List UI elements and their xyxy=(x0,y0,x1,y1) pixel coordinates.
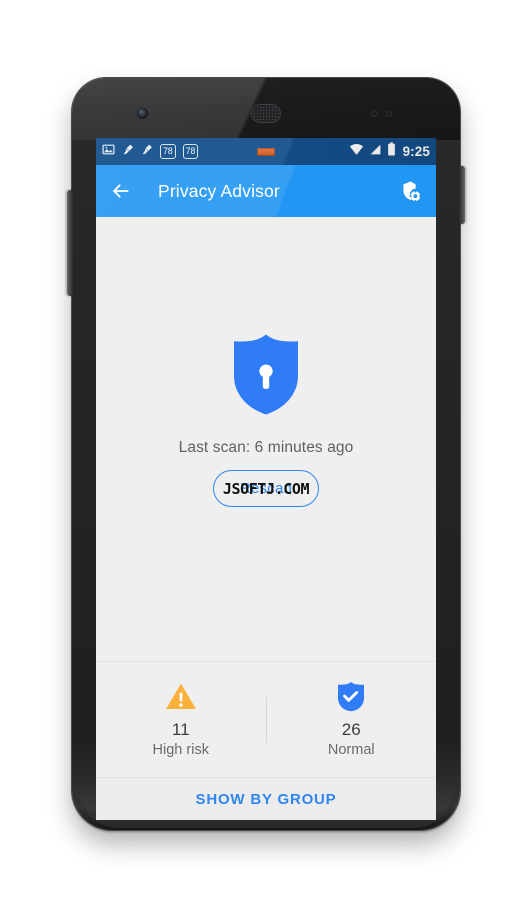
page-title: Privacy Advisor xyxy=(158,180,280,201)
phone-screen: 78 78 9:25 Privacy Advisor Last scan: 6 … xyxy=(96,138,436,820)
light-sensor-icon xyxy=(386,111,392,117)
gallery-icon xyxy=(102,143,115,161)
app-bar: Privacy Advisor xyxy=(96,165,436,217)
status-bar-right-icons: 9:25 xyxy=(349,142,430,161)
last-scan-label: Last scan: 6 minutes ago xyxy=(178,438,354,456)
scan-status-panel: Last scan: 6 minutes ago Rescan JSOFTJ.C… xyxy=(96,217,436,661)
status-bar: 78 78 9:25 xyxy=(96,138,436,165)
power-button[interactable] xyxy=(459,166,465,224)
speaker-grille-icon xyxy=(251,104,281,123)
status-badge-count: 78 xyxy=(160,143,176,160)
rescan-button[interactable]: Rescan xyxy=(212,469,320,507)
shield-settings-icon[interactable] xyxy=(399,180,422,203)
shield-lock-icon xyxy=(230,332,302,421)
stat-count: 26 xyxy=(341,720,361,739)
back-arrow-icon[interactable] xyxy=(110,180,132,202)
status-badge-count: 78 xyxy=(182,143,199,160)
phone-frame: 78 78 9:25 Privacy Advisor Last scan: 6 … xyxy=(67,78,465,830)
stat-count: 11 xyxy=(171,720,190,739)
cleaner-brush-icon xyxy=(141,143,153,161)
rescan-button-wrapper: Rescan JSOFTJ.COM xyxy=(212,469,320,507)
stat-label: Normal xyxy=(327,742,375,758)
stat-normal[interactable]: 26 Normal xyxy=(267,681,437,758)
stat-high-risk[interactable]: 11 High risk xyxy=(96,681,266,758)
battery-icon xyxy=(387,142,396,161)
cleaner-brush-icon xyxy=(122,143,134,161)
battery-charge-indicator xyxy=(257,147,275,156)
status-bar-left-icons: 78 78 xyxy=(102,143,199,161)
proximity-sensor-icon xyxy=(371,111,377,117)
stats-summary-row: 11 High risk 26 Normal xyxy=(96,661,436,777)
warning-triangle-icon xyxy=(165,681,197,711)
main-content: Last scan: 6 minutes ago Rescan JSOFTJ.C… xyxy=(96,217,436,820)
show-by-group-button[interactable]: SHOW BY GROUP xyxy=(96,777,436,820)
volume-rocker-button[interactable] xyxy=(67,190,73,296)
cellular-signal-icon xyxy=(369,143,382,161)
wifi-icon xyxy=(349,143,364,161)
shield-check-icon xyxy=(337,681,365,711)
stat-label: High risk xyxy=(152,742,209,758)
camera-icon xyxy=(137,108,148,119)
status-bar-clock: 9:25 xyxy=(402,144,430,159)
